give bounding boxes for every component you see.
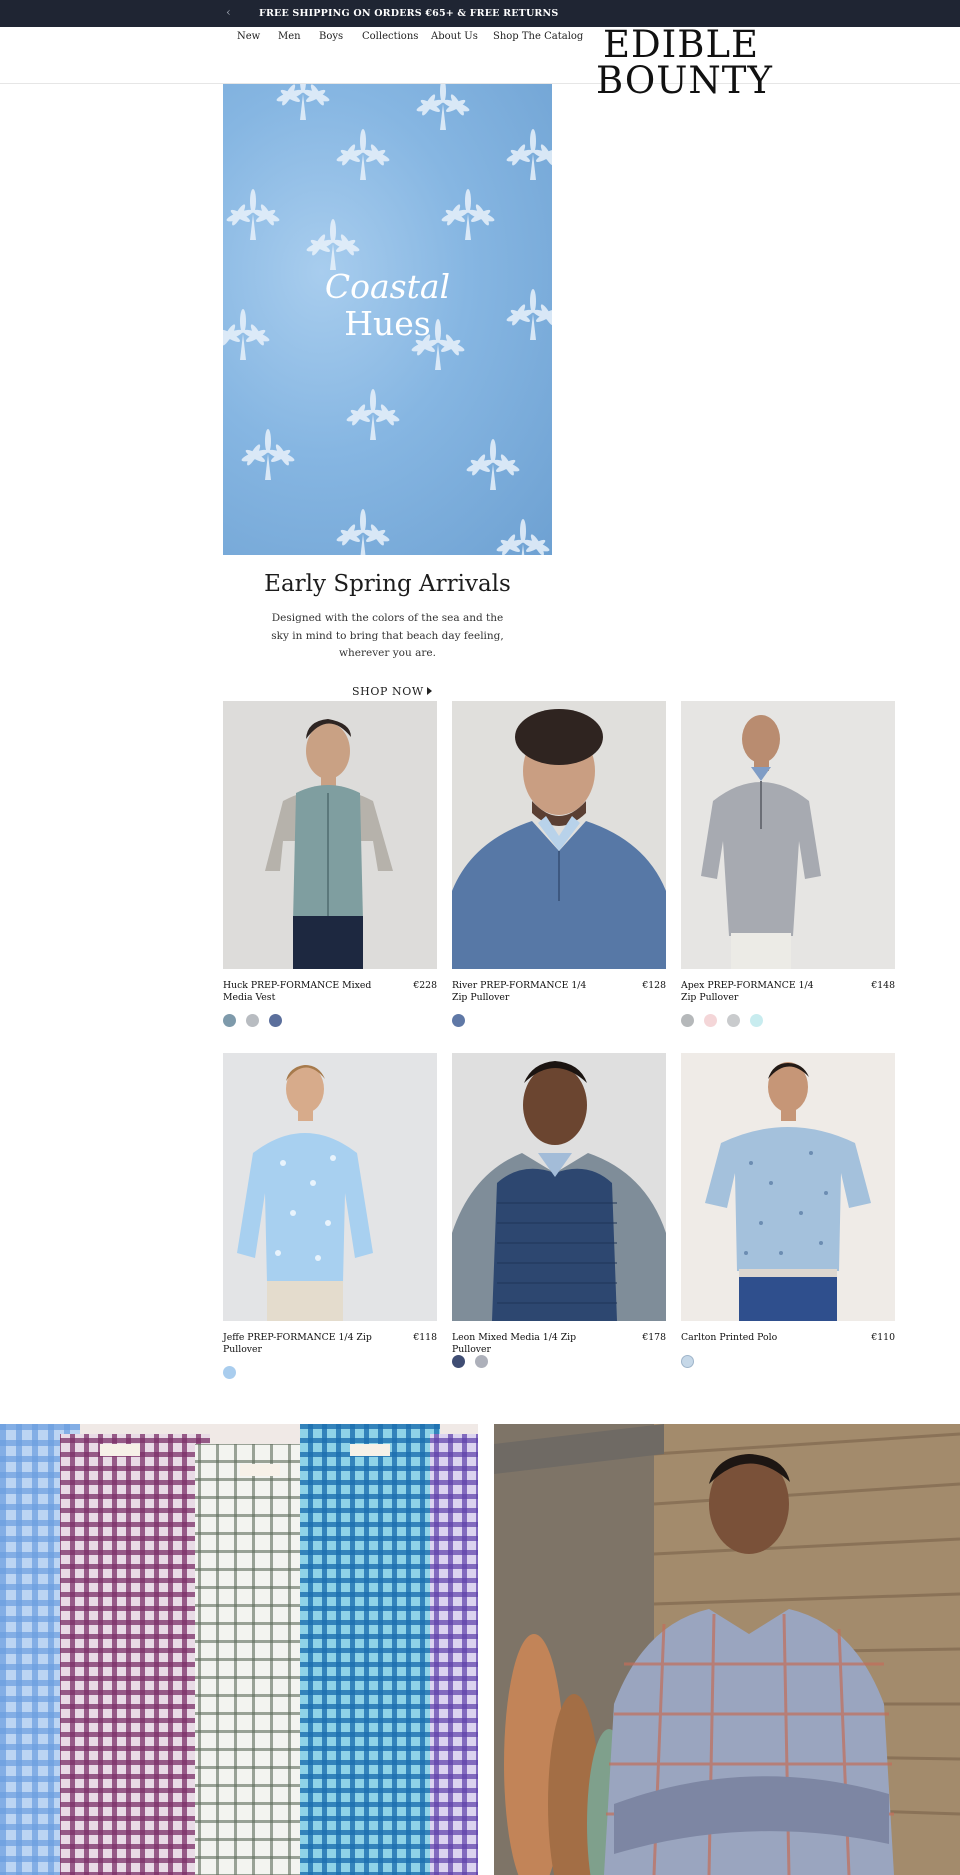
model-photo [452,701,666,969]
shop-now-label: SHOP NOW [352,685,424,698]
section-description: Designed with the colors of the sea and … [271,612,504,659]
color-swatch[interactable] [223,1014,236,1027]
logo-line-2: BOUNTY [596,59,773,102]
product-image[interactable] [452,1053,666,1321]
nav-item-shop-the-catalog[interactable]: Shop The Catalog [493,31,583,42]
model-photo [681,701,895,969]
color-swatch[interactable] [452,1355,465,1368]
product-price: €228 [413,980,437,991]
nav-item-boys[interactable]: Boys [319,31,343,42]
model-photo [223,701,437,969]
site-logo[interactable]: EDIBLE BOUNTY [596,23,773,102]
product-price: €118 [413,1332,437,1343]
model-photo [681,1053,895,1321]
lifestyle-photo [494,1424,960,1875]
promo-bar: ‹ FREE SHIPPING ON ORDERS €65+ & FREE RE… [0,0,960,27]
color-swatch[interactable] [452,1014,465,1027]
product-image[interactable] [452,701,666,969]
color-swatch[interactable] [704,1014,717,1027]
product-price: €178 [642,1332,666,1343]
color-swatch[interactable] [681,1014,694,1027]
section-title: Early Spring Arrivals [264,571,511,597]
product-name[interactable]: Jeffe PREP-FORMANCE 1/4 Zip Pullover [223,1332,373,1356]
product-image[interactable] [681,1053,895,1321]
nav-item-men[interactable]: Men [278,31,301,42]
shop-now-link[interactable]: SHOP NOW [352,685,432,698]
product-image[interactable] [681,701,895,969]
product-name[interactable]: Leon Mixed Media 1/4 Zip Pullover [452,1332,602,1356]
shirts-photo [0,1424,478,1875]
logo-line-1: EDIBLE [602,23,760,66]
product-name[interactable]: River PREP-FORMANCE 1/4 Zip Pullover [452,980,602,1004]
color-swatch[interactable] [475,1355,488,1368]
product-price: €148 [871,980,895,991]
product-image[interactable] [223,1053,437,1321]
product-name[interactable]: Carlton Printed Polo [681,1332,831,1344]
color-swatch[interactable] [269,1014,282,1027]
banner-lifestyle-image[interactable] [494,1424,960,1875]
nav-item-new[interactable]: New [237,31,260,42]
banner-shirts-image[interactable] [0,1424,478,1875]
hero-image[interactable]: Coastal Hues [223,84,552,555]
color-swatch[interactable] [681,1355,694,1368]
chevron-left-icon[interactable]: ‹ [226,5,231,19]
hero-heading-line-1: Coastal [324,267,451,306]
color-swatch[interactable] [246,1014,259,1027]
nav-item-about-us[interactable]: About Us [431,31,478,42]
caret-right-icon [426,687,432,695]
product-image[interactable] [223,701,437,969]
nav-item-collections[interactable]: Collections [362,31,418,42]
color-swatch[interactable] [727,1014,740,1027]
color-swatch[interactable] [223,1366,236,1379]
color-swatch[interactable] [750,1014,763,1027]
model-photo [452,1053,666,1321]
product-name[interactable]: Apex PREP-FORMANCE 1/4 Zip Pullover [681,980,831,1004]
site-header: New Men Boys Collections About Us Shop T… [0,26,960,99]
model-photo [223,1053,437,1321]
product-price: €110 [871,1332,895,1343]
promo-text[interactable]: FREE SHIPPING ON ORDERS €65+ & FREE RETU… [259,8,558,19]
product-price: €128 [642,980,666,991]
hero-heading-line-2: Hues [344,304,431,343]
product-name[interactable]: Huck PREP-FORMANCE Mixed Media Vest [223,980,373,1004]
